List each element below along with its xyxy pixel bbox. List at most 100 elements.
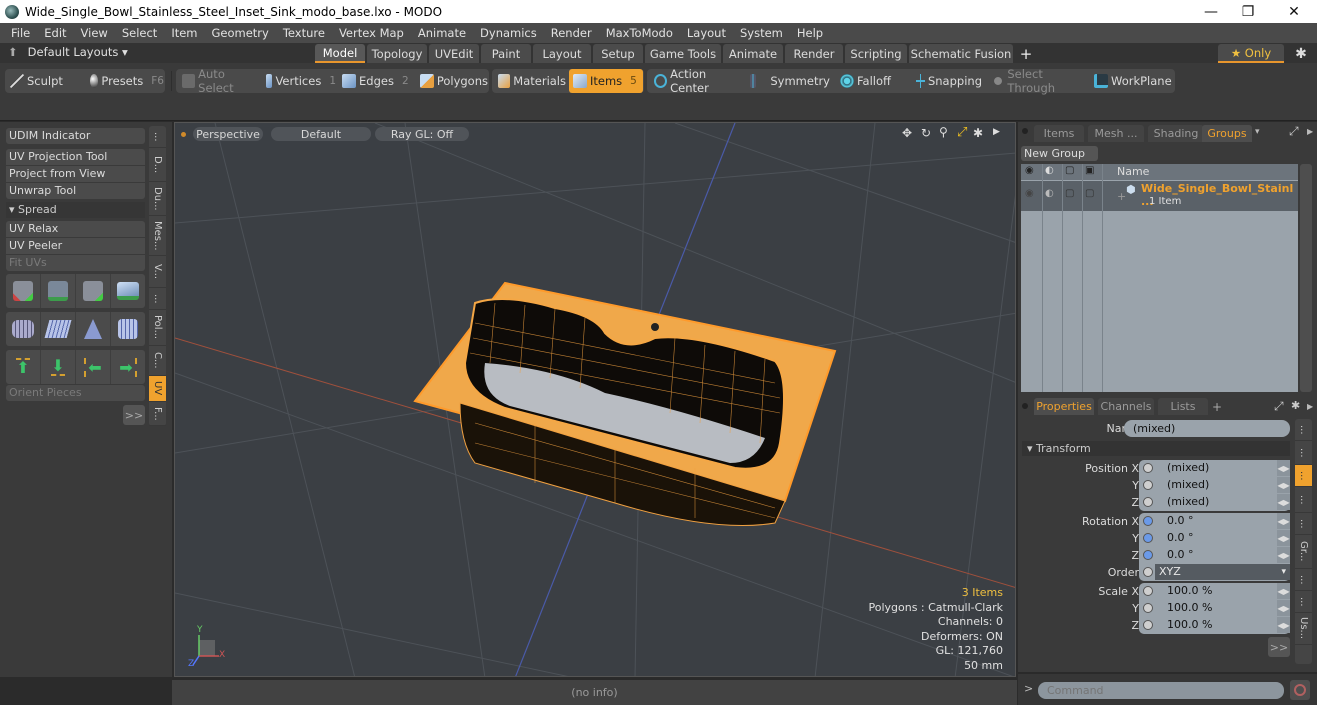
position-y-field[interactable]: (mixed) bbox=[1139, 477, 1290, 493]
position-x-slider-icon[interactable]: ◀▶ bbox=[1277, 460, 1290, 476]
vtab-mes[interactable]: Mes... bbox=[149, 216, 166, 256]
menu-system[interactable]: System bbox=[733, 26, 790, 40]
row-select-icon[interactable]: ▢ bbox=[1085, 188, 1094, 199]
add-tab-icon[interactable]: + bbox=[1212, 400, 1222, 414]
shading-default-dropdown[interactable]: Default bbox=[271, 127, 371, 141]
rotation-x-slider-icon[interactable]: ◀▶ bbox=[1277, 513, 1290, 529]
vtab-c[interactable]: C... bbox=[149, 346, 166, 376]
tab-setup[interactable]: Setup bbox=[593, 44, 643, 63]
tab-render[interactable]: Render bbox=[785, 44, 843, 63]
tab-game-tools[interactable]: Game Tools bbox=[645, 44, 721, 63]
more-properties-button[interactable]: >> bbox=[1268, 637, 1290, 657]
default-layouts-dropdown[interactable]: ⬆ Default Layouts ▾ bbox=[8, 45, 128, 59]
menu-select[interactable]: Select bbox=[115, 26, 164, 40]
uv-peeler-button[interactable]: UV Peeler bbox=[6, 238, 145, 254]
tab-channels[interactable]: Channels bbox=[1098, 398, 1154, 415]
add-tab-button[interactable]: + bbox=[1015, 44, 1037, 63]
scale-x-keyframe-icon[interactable] bbox=[1143, 586, 1153, 596]
menu-layout[interactable]: Layout bbox=[680, 26, 733, 40]
position-x-field[interactable]: (mixed) bbox=[1139, 460, 1290, 476]
scale-z-slider-icon[interactable]: ◀▶ bbox=[1277, 617, 1290, 633]
menu-help[interactable]: Help bbox=[790, 26, 830, 40]
rotation-y-keyframe-icon[interactable] bbox=[1143, 533, 1153, 543]
workplane-button[interactable]: WorkPlane bbox=[1090, 69, 1172, 93]
rvtab-3[interactable]: ... bbox=[1295, 465, 1312, 487]
project-from-view-button[interactable]: Project from View bbox=[6, 166, 145, 182]
tab-uvedit[interactable]: UVEdit bbox=[429, 44, 479, 63]
rvtab-5[interactable]: ... bbox=[1295, 513, 1312, 535]
rotation-y-slider-icon[interactable]: ◀▶ bbox=[1277, 530, 1290, 546]
tab-schematic-fusion[interactable]: Schematic Fusion bbox=[909, 44, 1013, 63]
sink-model[interactable] bbox=[413, 281, 837, 526]
viewport-settings-icon[interactable]: ✱ bbox=[973, 126, 983, 140]
order-dropdown[interactable]: XYZ ▾ bbox=[1155, 564, 1290, 580]
position-z-field[interactable]: (mixed) bbox=[1139, 494, 1290, 510]
menu-view[interactable]: View bbox=[74, 26, 115, 40]
scale-y-slider-icon[interactable]: ◀▶ bbox=[1277, 600, 1290, 616]
action-center-button[interactable]: Action Center bbox=[650, 67, 742, 95]
tabs-dropdown-icon[interactable]: ▾ bbox=[1255, 127, 1260, 137]
render-icon[interactable]: ◐ bbox=[1045, 165, 1054, 176]
vtab-du[interactable]: Du... bbox=[149, 182, 166, 216]
scale-x-field[interactable]: 100.0 % bbox=[1139, 583, 1290, 599]
tab-lists[interactable]: Lists bbox=[1158, 398, 1208, 415]
expand-group-icon[interactable]: + bbox=[1117, 190, 1126, 203]
tab-mesh[interactable]: Mesh ... bbox=[1088, 125, 1144, 142]
menu-item[interactable]: Item bbox=[164, 26, 204, 40]
uv-transform-tool-button[interactable] bbox=[111, 274, 145, 308]
uv-perspective-button[interactable] bbox=[76, 312, 111, 346]
menu-render[interactable]: Render bbox=[544, 26, 599, 40]
rvtab-gr[interactable]: Gr... bbox=[1295, 535, 1312, 569]
tab-layout[interactable]: Layout bbox=[533, 44, 591, 63]
menu-maxtomodo[interactable]: MaxToModo bbox=[599, 26, 680, 40]
rotation-y-field[interactable]: 0.0 ° bbox=[1139, 530, 1290, 546]
rvtab-7[interactable]: ... bbox=[1295, 569, 1312, 591]
align-down-button[interactable]: ⬇ bbox=[41, 350, 76, 384]
fit-uvs-button[interactable]: Fit UVs bbox=[6, 255, 145, 271]
select-cube-icon[interactable]: ▣ bbox=[1085, 165, 1094, 176]
scale-z-field[interactable]: 100.0 % bbox=[1139, 617, 1290, 633]
uv-spherical-button[interactable] bbox=[111, 312, 145, 346]
scale-y-keyframe-icon[interactable] bbox=[1143, 603, 1153, 613]
items-button[interactable]: Items 5 bbox=[569, 69, 643, 93]
transform-section-header[interactable]: ▾ Transform bbox=[1022, 441, 1290, 456]
uv-unwrap-cylinder-button[interactable] bbox=[6, 312, 41, 346]
sculpt-button[interactable]: Sculpt bbox=[6, 69, 84, 93]
vtab-1[interactable]: ... bbox=[149, 126, 166, 148]
menu-geometry[interactable]: Geometry bbox=[205, 26, 276, 40]
unwrap-tool-button[interactable]: Unwrap Tool bbox=[6, 183, 145, 199]
vertices-button[interactable]: Vertices 1 bbox=[262, 69, 336, 93]
expand-panel-icon[interactable]: ⤢ bbox=[1289, 124, 1299, 139]
uv-move-tool-button[interactable] bbox=[6, 274, 41, 308]
zoom-view-icon[interactable]: ⚲ bbox=[939, 125, 948, 139]
uv-scale-tool-button[interactable] bbox=[76, 274, 111, 308]
menu-texture[interactable]: Texture bbox=[276, 26, 332, 40]
record-macro-button[interactable] bbox=[1290, 680, 1310, 700]
new-group-button[interactable]: New Group bbox=[1021, 146, 1098, 161]
udim-indicator-button[interactable]: UDIM Indicator bbox=[6, 128, 145, 144]
rvtab-us[interactable]: Us... bbox=[1295, 613, 1312, 645]
close-button[interactable]: ✕ bbox=[1271, 0, 1317, 23]
raygl-toggle[interactable]: Ray GL: Off bbox=[375, 127, 469, 141]
scale-z-keyframe-icon[interactable] bbox=[1143, 620, 1153, 630]
tab-properties[interactable]: Properties bbox=[1034, 398, 1094, 415]
edges-button[interactable]: Edges 2 bbox=[338, 69, 414, 93]
3d-viewport[interactable]: Y X Z Perspective Default Ray GL: Off ✥ … bbox=[174, 122, 1016, 677]
only-filter-button[interactable]: ★ Only bbox=[1218, 44, 1284, 63]
rotation-z-slider-icon[interactable]: ◀▶ bbox=[1277, 547, 1290, 563]
rvtab-8[interactable]: ... bbox=[1295, 591, 1312, 613]
position-y-slider-icon[interactable]: ◀▶ bbox=[1277, 477, 1290, 493]
lock-cube-icon[interactable]: ▢ bbox=[1065, 165, 1074, 176]
props-menu-dot-icon[interactable] bbox=[1022, 403, 1028, 409]
vtab-v[interactable]: V... bbox=[149, 256, 166, 288]
menu-edit[interactable]: Edit bbox=[37, 26, 73, 40]
materials-button[interactable]: Materials bbox=[494, 69, 566, 93]
rotation-x-field[interactable]: 0.0 ° bbox=[1139, 513, 1290, 529]
position-z-keyframe-icon[interactable] bbox=[1143, 497, 1153, 507]
groups-list-scrollbar[interactable] bbox=[1300, 164, 1312, 392]
align-right-button[interactable]: ➡ bbox=[111, 350, 145, 384]
row-visibility-icon[interactable]: ◉ bbox=[1025, 188, 1034, 199]
panel-more-arrow-icon[interactable]: ▶ bbox=[1307, 127, 1313, 136]
menu-file[interactable]: File bbox=[4, 26, 37, 40]
view-perspective-dropdown[interactable]: Perspective bbox=[193, 127, 263, 141]
